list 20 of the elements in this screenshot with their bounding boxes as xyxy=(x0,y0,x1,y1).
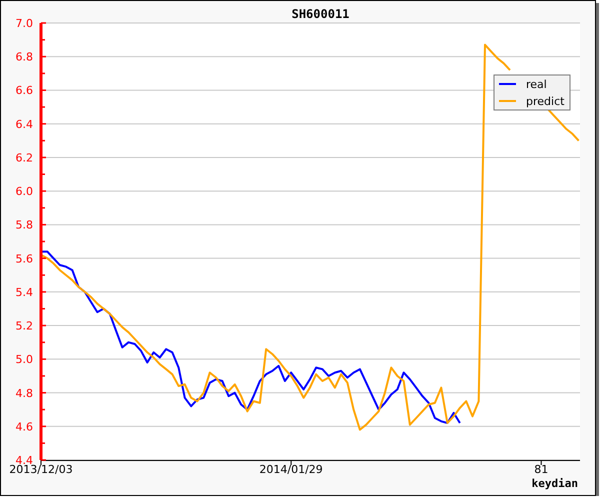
y-tick-label: 5.8 xyxy=(16,218,33,232)
y-tick-label: 6.6 xyxy=(16,84,33,98)
y-tick-label: 4.6 xyxy=(16,420,33,434)
y-tick-label: 5.2 xyxy=(16,320,33,333)
chart-title: SH600011 xyxy=(292,7,350,21)
y-tick-label: 6.2 xyxy=(16,151,33,164)
x-tick-label: 2013/12/03 xyxy=(9,463,73,476)
y-tick-label: 5.4 xyxy=(16,286,33,299)
y-tick-label: 5.6 xyxy=(16,252,33,266)
x-tick-label: 2014/01/29 xyxy=(259,463,323,476)
legend-label: real xyxy=(526,78,547,91)
y-tick-label: 4.8 xyxy=(16,386,33,400)
y-tick-label: 6.0 xyxy=(16,185,33,198)
x-tick-label: 81 xyxy=(534,463,548,476)
y-tick-label: 5.0 xyxy=(16,353,33,366)
legend-label: predict xyxy=(526,95,564,108)
y-tick-label: 6.4 xyxy=(16,118,33,131)
y-tick-label: 6.8 xyxy=(16,50,33,64)
y-tick-label: 7.0 xyxy=(16,17,33,30)
x-axis-label: keydian xyxy=(532,477,578,490)
